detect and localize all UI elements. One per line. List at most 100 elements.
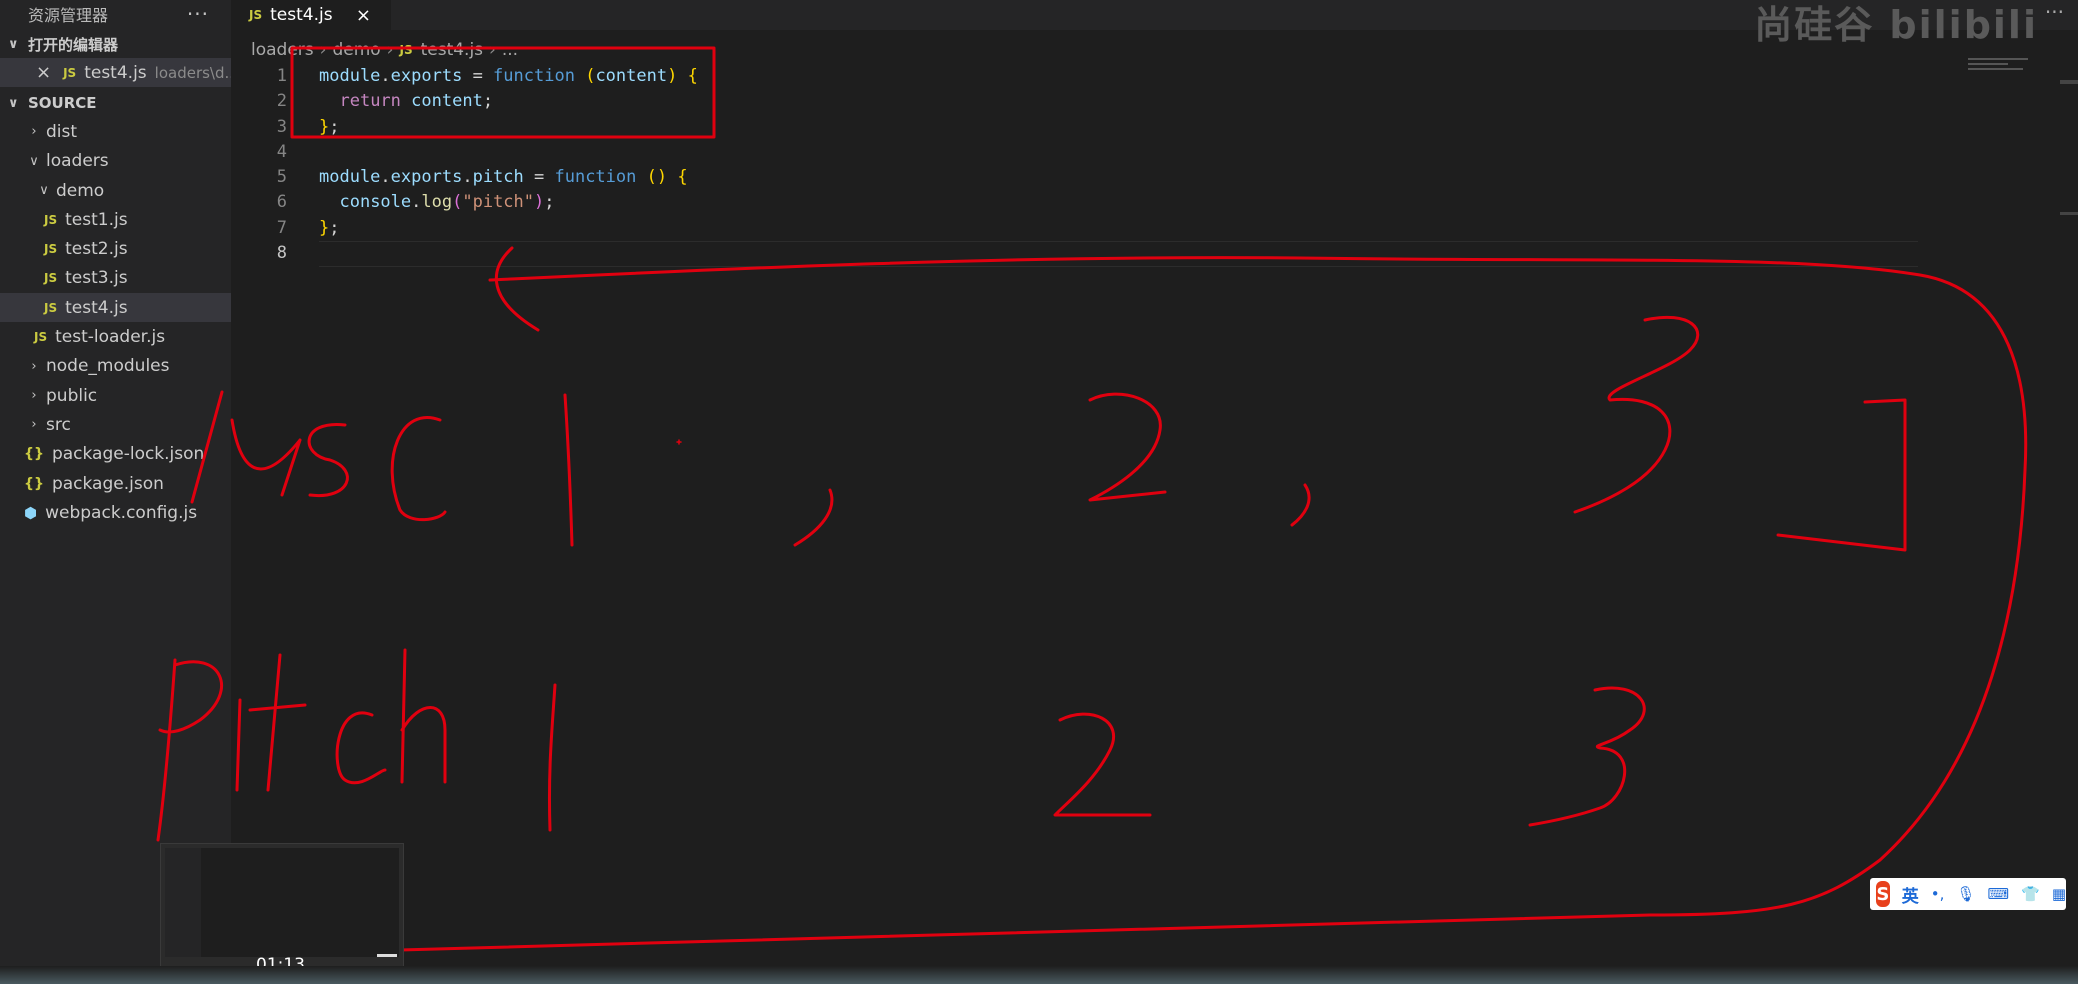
tree-item[interactable]: {} package.json xyxy=(0,469,231,498)
close-icon[interactable]: × xyxy=(36,62,51,83)
open-editors-label: 打开的编辑器 xyxy=(28,35,119,54)
player-bottom-strip xyxy=(0,966,2078,984)
code-token: log xyxy=(421,192,453,213)
explorer-header: 资源管理器 ··· xyxy=(0,0,231,28)
code-token: } xyxy=(319,116,330,137)
punctuation-icon[interactable]: •, xyxy=(1931,885,1945,903)
chevron-right-icon: › xyxy=(489,40,496,60)
code-line[interactable]: 1 module.exports = function (content) { xyxy=(231,64,2078,89)
explorer-title: 资源管理器 xyxy=(28,6,109,25)
code-token: module xyxy=(319,66,381,86)
more-icon[interactable]: ··· xyxy=(2045,0,2064,24)
hw-pitch-1 xyxy=(547,683,557,832)
code-token: ; xyxy=(544,192,555,213)
preview-frame xyxy=(165,848,399,957)
open-editors-section[interactable]: ∨ 打开的编辑器 xyxy=(0,30,231,58)
code-token: exports xyxy=(390,66,463,86)
more-actions-icon[interactable]: ··· xyxy=(187,2,209,26)
ime-language-toggle[interactable]: 英 xyxy=(1902,882,1919,907)
tree-item[interactable]: JS test3.js xyxy=(0,264,231,293)
tree-item-label: node_modules xyxy=(46,356,170,377)
code-token: () xyxy=(646,167,668,188)
minimap[interactable] xyxy=(1968,58,2058,88)
microphone-icon[interactable]: 🎙 xyxy=(1956,885,1975,903)
breadcrumb-item[interactable]: ... xyxy=(502,40,518,60)
tree-item[interactable]: › public xyxy=(0,381,231,410)
code-text: console.log("pitch"); xyxy=(319,190,555,215)
tree-item-label: package.json xyxy=(51,473,164,494)
skin-icon[interactable]: 👕 xyxy=(2021,885,2040,903)
watermark: 尚硅谷 bilibili xyxy=(1754,3,2038,47)
tree-item[interactable]: › src xyxy=(0,410,231,439)
tab-test4-js[interactable]: JS test4.js × xyxy=(231,0,391,30)
chevron-right-icon: › xyxy=(31,358,37,374)
tree-item[interactable]: › node_modules xyxy=(0,352,231,381)
tree-item-label: dist xyxy=(46,121,78,142)
preview-sidebar xyxy=(165,848,201,957)
hw-use-2 xyxy=(1088,392,1167,502)
code-line[interactable]: 2 return content; xyxy=(231,89,2078,114)
json-file-icon: {} xyxy=(24,475,44,492)
tree-item[interactable]: › dist xyxy=(0,117,231,146)
tab-bar: JS test4.js × 尚硅谷 bilibili ··· xyxy=(231,0,2078,47)
breadcrumb-item[interactable]: test4.js xyxy=(421,40,483,60)
code-token: ) xyxy=(667,66,678,86)
explorer-sidebar: 资源管理器 ··· ∨ 打开的编辑器 × JS test4.js loaders… xyxy=(0,0,231,984)
code-token: ( xyxy=(585,66,596,86)
code-token: . xyxy=(462,167,473,188)
code-editor[interactable]: 1 module.exports = function (content) {2 … xyxy=(231,64,2078,268)
code-token: ; xyxy=(482,91,494,112)
code-token: content xyxy=(411,91,483,112)
line-number: 4 xyxy=(276,141,287,162)
breadcrumb-item[interactable]: demo xyxy=(332,40,380,60)
open-editor-path: loaders\d... xyxy=(154,63,231,82)
breadcrumb-item[interactable]: loaders xyxy=(251,40,314,60)
tree-item[interactable]: JS test2.js xyxy=(0,234,231,263)
cursor-crosshair xyxy=(676,439,682,445)
tree-item[interactable]: JS test1.js xyxy=(0,205,231,234)
code-token: { xyxy=(677,167,688,188)
code-line[interactable]: 4 xyxy=(231,140,2078,165)
code-token: ) xyxy=(534,192,545,213)
project-label: SOURCE xyxy=(28,94,97,113)
tree-item-label: public xyxy=(46,385,98,406)
open-editor-item[interactable]: × JS test4.js loaders\d... xyxy=(0,58,231,88)
code-line[interactable]: 7}; xyxy=(231,216,2078,241)
tree-item-label: src xyxy=(46,414,71,435)
open-editor-name: test4.js xyxy=(84,62,147,83)
chevron-down-icon: ∨ xyxy=(8,36,19,52)
toolbox-icon[interactable]: ▦ xyxy=(2052,885,2066,903)
video-preview-thumbnail[interactable]: 01:13 xyxy=(160,843,404,980)
code-line[interactable]: 8 xyxy=(231,241,2078,268)
keyboard-icon[interactable]: ⌨ xyxy=(1987,885,2009,903)
line-number: 1 xyxy=(276,66,287,86)
line-number: 8 xyxy=(276,243,287,264)
chevron-down-icon: ∨ xyxy=(39,183,49,199)
close-icon[interactable]: × xyxy=(356,5,371,26)
tree-item[interactable]: JS test4.js xyxy=(0,293,231,323)
tree-item[interactable]: JS test-loader.js xyxy=(0,322,231,351)
tree-item[interactable]: {} package-lock.json xyxy=(0,440,231,469)
current-line-highlight xyxy=(319,241,1918,268)
sogou-logo-icon[interactable]: S xyxy=(1876,881,1890,907)
ime-toolbar[interactable]: S 英 •, 🎙 ⌨ 👕 ▦ xyxy=(1870,878,2066,910)
hw-pitch-3 xyxy=(1528,686,1646,827)
code-line[interactable]: 6 console.log("pitch"); xyxy=(231,190,2078,215)
js-file-icon: JS xyxy=(399,43,413,57)
project-section[interactable]: ∨ SOURCE xyxy=(0,89,231,117)
code-line[interactable]: 3}; xyxy=(231,115,2078,140)
line-number: 7 xyxy=(276,217,287,238)
tree-item[interactable]: ∨ loaders xyxy=(0,147,231,176)
code-token: = xyxy=(462,66,494,86)
code-token: ; xyxy=(329,217,340,238)
tree-item[interactable]: ⬢ webpack.config.js xyxy=(0,498,231,527)
chevron-down-icon: ∨ xyxy=(29,153,39,169)
code-line[interactable]: 5 module.exports.pitch = function () { xyxy=(231,165,2078,190)
tree-item[interactable]: ∨ demo xyxy=(0,176,231,205)
code-token: } xyxy=(319,217,330,238)
code-text: module.exports = function (content) { xyxy=(319,64,698,89)
js-file-icon: JS xyxy=(63,65,77,80)
tree-item-label: test1.js xyxy=(65,209,128,230)
